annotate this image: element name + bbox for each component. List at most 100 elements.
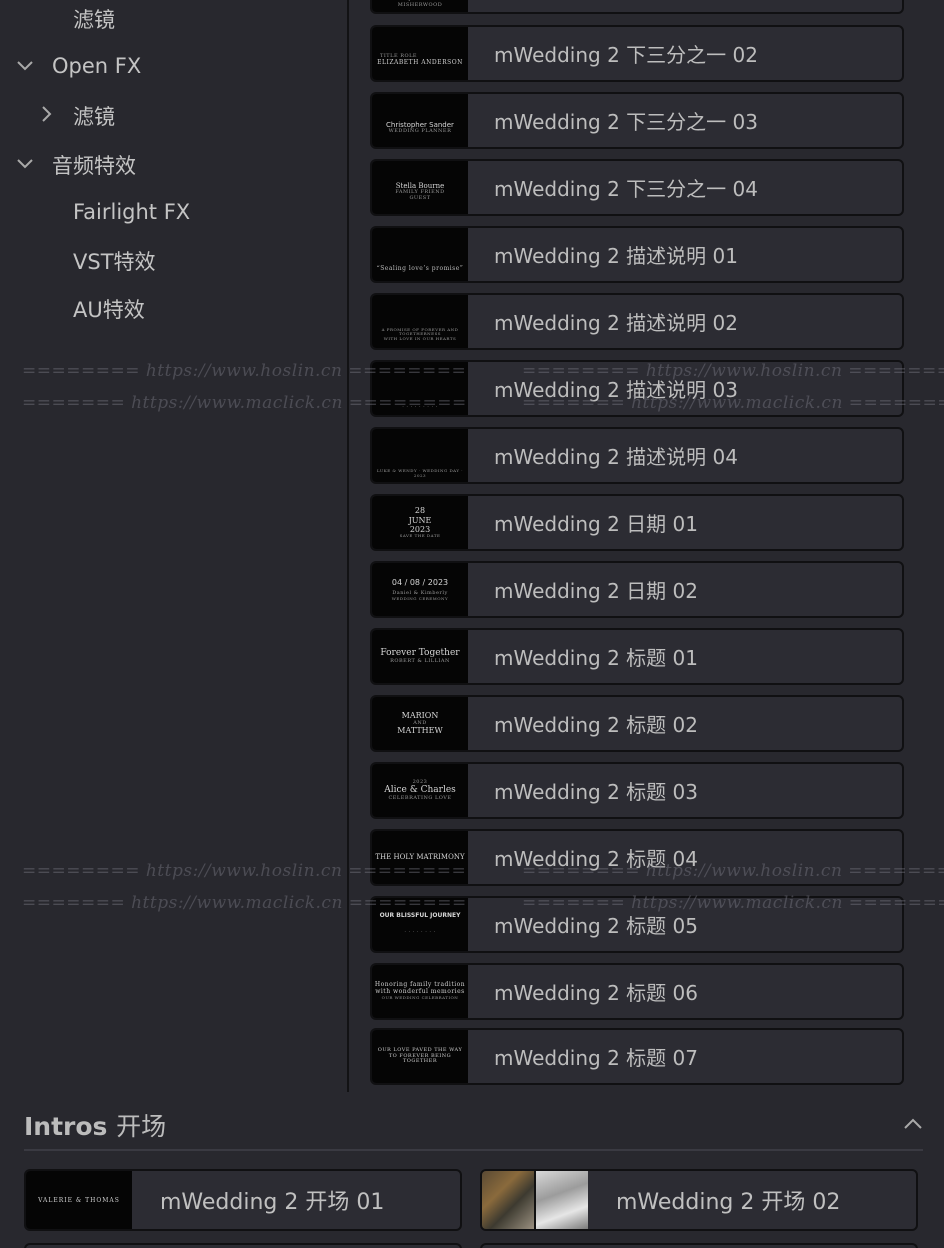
thumbnail-text: JUNE xyxy=(408,515,432,525)
list-item[interactable]: 2023 Alice & Charles CELEBRATING LOVE mW… xyxy=(370,762,904,819)
effect-thumbnail: OUR BLISSFUL JOURNEY · · · · · · · · xyxy=(372,898,468,951)
list-item[interactable]: Honoring family tradition with wonderful… xyxy=(370,963,904,1020)
list-item[interactable]: A PROMISE OF FOREVER AND TOGETHERNESS WI… xyxy=(370,293,904,350)
thumbnail-text: THE HOLY MATRIMONY xyxy=(375,853,465,862)
intro-card[interactable]: VALERIE & THOMAS mWedding 2 开场 01 xyxy=(24,1169,462,1231)
intro-card[interactable] xyxy=(24,1243,462,1248)
thumbnail-text: MATTHEW xyxy=(397,726,443,736)
thumbnail-text: Reception Venue: MISHERWOOD xyxy=(394,0,446,8)
tree-item-filters-top[interactable]: 滤镜 xyxy=(73,0,115,39)
intro-thumbnail: VALERIE & THOMAS xyxy=(26,1171,132,1229)
chevron-down-icon[interactable] xyxy=(15,56,35,76)
effect-label: mWedding 2 日期 01 xyxy=(494,512,698,536)
list-item[interactable]: Stella Bourne FAMILY FRIEND GUEST mWeddi… xyxy=(370,159,904,216)
thumbnail-text: OUR WEDDING CELEBRATION xyxy=(381,995,459,1001)
effect-label: mWedding 2 标题 07 xyxy=(494,1046,698,1070)
chevron-right-icon[interactable] xyxy=(37,104,57,124)
thumbnail-text: ROBERT & LILLIAN xyxy=(390,657,450,664)
tree-item-label: Fairlight FX xyxy=(73,200,191,224)
effect-thumbnail: Reception Venue: MISHERWOOD xyxy=(372,0,468,12)
effect-thumbnail: 28 JUNE 2023 SAVE THE DATE xyxy=(372,496,468,549)
list-item[interactable]: LUKE & WENDY · WEDDING DAY · 2023 mWeddi… xyxy=(370,427,904,484)
list-item[interactable]: 04 / 08 / 2023 Daniel & Kimberly WEDDING… xyxy=(370,561,904,618)
thumbnail-text: OUR BLISSFUL JOURNEY xyxy=(379,912,461,920)
tree-item-label: 滤镜 xyxy=(73,8,115,32)
list-item[interactable]: Forever Together ROBERT & LILLIAN mWeddi… xyxy=(370,628,904,685)
tree-item-label: VST特效 xyxy=(73,250,156,274)
effect-label: mWedding 2 标题 02 xyxy=(494,713,698,737)
effect-label: mWedding 2 日期 02 xyxy=(494,579,698,603)
thumbnail-text: TO FOREVER BEING TOGETHER xyxy=(388,1052,452,1065)
thumbnail-text: GUEST xyxy=(409,194,431,201)
chevron-down-icon[interactable] xyxy=(15,154,35,174)
chevron-up-icon[interactable] xyxy=(901,1112,925,1136)
intro-card[interactable] xyxy=(480,1243,918,1248)
tree-item-label: AU特效 xyxy=(73,298,145,322)
effect-thumbnail: LUKE & WENDY · WEDDING DAY · 2023 xyxy=(372,429,468,482)
tree-item-au[interactable]: AU特效 xyxy=(73,289,145,329)
tree-item-label: 音频特效 xyxy=(52,154,136,178)
intro-card[interactable]: mWedding 2 开场 02 xyxy=(480,1169,918,1231)
effect-label: mWedding 2 描述说明 02 xyxy=(494,311,738,335)
intro-thumbnail xyxy=(482,1171,588,1229)
list-item[interactable]: THE HOLY MATRIMONY mWedding 2 标题 04 xyxy=(370,829,904,886)
effect-label: mWedding 2 下三分之一 04 xyxy=(494,177,758,201)
effect-thumbnail: 04 / 08 / 2023 Daniel & Kimberly WEDDING… xyxy=(372,563,468,616)
intro-label: mWedding 2 开场 01 xyxy=(160,1190,385,1215)
list-item[interactable]: · · · · · · · · · mWedding 2 描述说明 03 xyxy=(370,360,904,417)
table-photo-image xyxy=(536,1171,588,1229)
thumbnail-text: LUKE & WENDY · WEDDING DAY · 2023 xyxy=(376,467,464,478)
effect-thumbnail: MARION AND MATTHEW xyxy=(372,697,468,750)
effect-label: mWedding 2 描述说明 01 xyxy=(494,244,738,268)
list-item[interactable]: Christopher Sander WEDDING PLANNER mWedd… xyxy=(370,92,904,149)
section-title-en: Intros xyxy=(24,1112,108,1141)
effect-label: mWedding 2 描述说明 03 xyxy=(494,378,738,402)
effect-thumbnail: Honoring family tradition with wonderful… xyxy=(372,965,468,1018)
thumbnail-text: 28 xyxy=(414,506,426,516)
tree-item-openfx[interactable]: Open FX xyxy=(52,46,141,86)
ring-photo-image xyxy=(482,1171,534,1229)
thumbnail-text: WEDDING PLANNER xyxy=(388,127,452,134)
effect-thumbnail: Forever Together ROBERT & LILLIAN xyxy=(372,630,468,683)
thumbnail-text: SAVE THE DATE xyxy=(399,532,441,538)
thumbnail-text: CELEBRATING LOVE xyxy=(388,794,452,801)
list-item[interactable]: Reception Venue: MISHERWOOD xyxy=(370,0,904,14)
section-title-intros: Intros 开场 xyxy=(24,1107,166,1143)
effect-label: mWedding 2 下三分之一 03 xyxy=(494,110,758,134)
effect-label: mWedding 2 标题 03 xyxy=(494,780,698,804)
effect-thumbnail: “Sealing love’s promise” xyxy=(372,228,468,281)
thumbnail-text: · · · · · · · · xyxy=(404,929,436,936)
section-divider xyxy=(24,1149,923,1151)
list-item[interactable]: “Sealing love’s promise” mWedding 2 描述说明… xyxy=(370,226,904,283)
thumbnail-text: VALERIE & THOMAS xyxy=(38,1196,120,1204)
tree-item-fairlight-fx[interactable]: Fairlight FX xyxy=(73,192,190,232)
thumbnail-text: WEDDING CEREMONY xyxy=(391,595,449,601)
effect-thumbnail: OUR LOVE PAVED THE WAY TO FOREVER BEING … xyxy=(372,1030,468,1083)
list-item[interactable]: OUR BLISSFUL JOURNEY · · · · · · · · mWe… xyxy=(370,896,904,953)
list-item[interactable]: MARION AND MATTHEW mWedding 2 标题 02 xyxy=(370,695,904,752)
list-item[interactable]: OUR LOVE PAVED THE WAY TO FOREVER BEING … xyxy=(370,1028,904,1085)
tree-item-openfx-filters[interactable]: 滤镜 xyxy=(73,96,115,136)
tree-item-label: Open FX xyxy=(52,54,142,78)
effect-thumbnail: · · · · · · · · · xyxy=(372,362,468,415)
thumbnail-text: 04 / 08 / 2023 xyxy=(391,577,449,587)
thumbnail-text: ELIZABETH ANDERSON xyxy=(377,58,463,66)
effect-thumbnail: THE HOLY MATRIMONY xyxy=(372,831,468,884)
list-item[interactable]: 28 JUNE 2023 SAVE THE DATE mWedding 2 日期… xyxy=(370,494,904,551)
thumbnail-text: · · · · · · · · · xyxy=(402,403,438,410)
effect-thumbnail: A PROMISE OF FOREVER AND TOGETHERNESS WI… xyxy=(372,295,468,348)
effect-label: mWedding 2 标题 04 xyxy=(494,847,698,871)
effect-thumbnail: Christopher Sander WEDDING PLANNER xyxy=(372,94,468,147)
tree-item-audio-fx[interactable]: 音频特效 xyxy=(52,145,136,185)
thumbnail-text: WITH LOVE IN OUR HEARTS xyxy=(383,335,457,341)
thumbnail-text: “Sealing love’s promise” xyxy=(376,265,464,273)
effect-thumbnail: TITLE ROLE ELIZABETH ANDERSON xyxy=(372,27,468,80)
effect-label: mWedding 2 标题 06 xyxy=(494,981,698,1005)
tree-item-label: 滤镜 xyxy=(73,105,115,129)
list-item[interactable]: TITLE ROLE ELIZABETH ANDERSON mWedding 2… xyxy=(370,25,904,82)
effect-thumbnail: Stella Bourne FAMILY FRIEND GUEST xyxy=(372,161,468,214)
effect-label: mWedding 2 下三分之一 02 xyxy=(494,43,758,67)
effect-label: mWedding 2 标题 01 xyxy=(494,646,698,670)
tree-item-vst[interactable]: VST特效 xyxy=(73,241,156,281)
panel-divider[interactable] xyxy=(347,0,349,1092)
